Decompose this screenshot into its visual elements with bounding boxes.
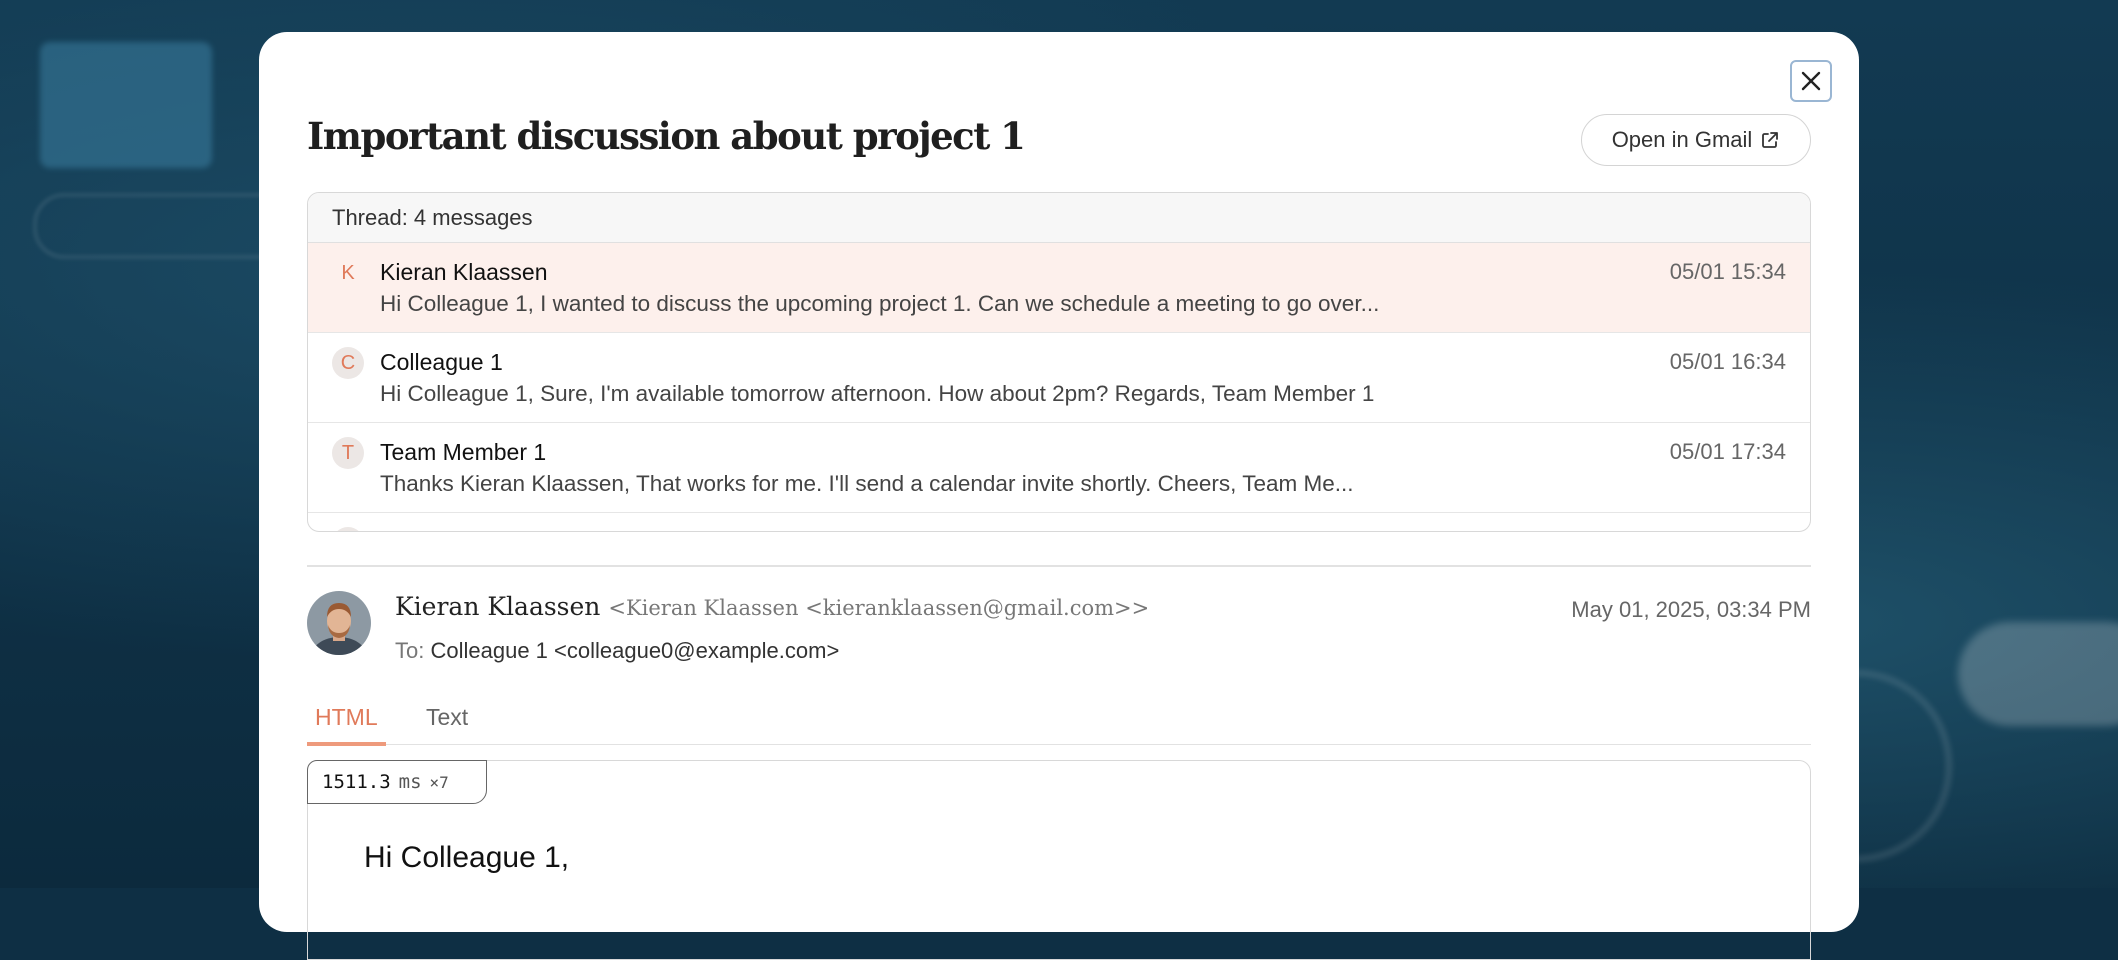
thread-item-partial[interactable] [308,513,1810,531]
sender-photo-icon [307,591,371,655]
close-button[interactable] [1790,60,1832,102]
section-divider [307,565,1811,567]
render-time-value: 1511.3 [322,771,391,793]
external-link-icon [1762,132,1779,148]
thread-item-sender: Kieran Klaassen [380,259,548,285]
thread-item-sender: Team Member 1 [380,439,547,465]
open-in-gmail-button[interactable]: Open in Gmail [1581,114,1811,166]
email-modal: Important discussion about project 1 Ope… [259,32,1859,960]
view-tabs: HTML Text [307,694,1811,746]
thread-item[interactable]: K Kieran Klaassen 05/01 15:34 Hi Colleag… [308,243,1810,333]
sender-initial-avatar [332,527,364,531]
email-subject-title: Important discussion about project 1 [307,114,1026,158]
sender-email: <Kieran Klaassen <kieranklaassen@gmail.c… [608,596,1150,620]
sender-name: Kieran Klaassen [395,592,601,621]
to-value: Colleague 1 <colleague0@example.com> [430,638,840,663]
thread-item-time: 05/01 17:34 [1669,439,1786,464]
thread-item-sender: Colleague 1 [380,349,503,375]
recipient-line: To: Colleague 1 <colleague0@example.com> [395,638,839,664]
thread-item[interactable]: T Team Member 1 05/01 17:34 Thanks Kiera… [308,423,1810,513]
thread-item-time: 05/01 16:34 [1669,349,1786,374]
to-label: To: [395,638,425,663]
render-time-badge: 1511.3 ms ×7 [307,760,487,804]
render-count: ×7 [429,772,449,792]
thread-list: Thread: 4 messages K Kieran Klaassen 05/… [307,192,1811,532]
background-logo [40,42,212,168]
thread-item[interactable]: C Colleague 1 05/01 16:34 Hi Colleague 1… [308,333,1810,423]
thread-item-preview: Hi Colleague 1, Sure, I'm available tomo… [380,381,1375,406]
avatar [307,591,371,655]
sender-initial-avatar: T [332,437,364,469]
thread-item-time: 05/01 15:34 [1669,259,1786,284]
thread-item-preview: Hi Colleague 1, I wanted to discuss the … [380,291,1380,316]
open-in-gmail-label: Open in Gmail [1611,127,1753,152]
sender-initial-avatar: C [332,347,364,379]
background-card [1958,622,2118,726]
email-greeting: Hi Colleague 1, [364,841,570,874]
tab-html[interactable]: HTML [307,704,386,746]
tab-text[interactable]: Text [418,704,476,742]
message-date: May 01, 2025, 03:34 PM [1571,597,1811,622]
sender-initial-avatar: K [341,261,355,284]
thread-item-preview: Thanks Kieran Klaassen, That works for m… [380,471,1354,496]
render-time-unit: ms [398,771,422,793]
close-icon [1801,71,1821,91]
sender-line: Kieran Klaassen <Kieran Klaassen <kieran… [395,592,1149,621]
thread-header: Thread: 4 messages [308,193,1810,243]
email-body-frame: 1511.3 ms ×7 Hi Colleague 1, [307,760,1811,960]
